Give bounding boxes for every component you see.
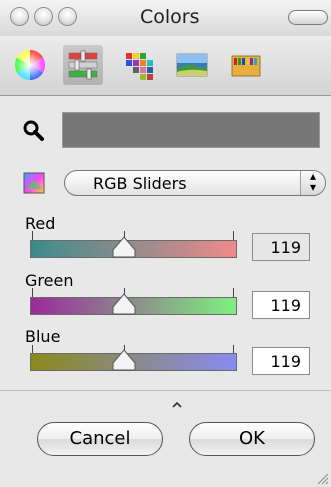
title-bar: Colors [0, 0, 331, 36]
color-palettes-tab[interactable] [119, 45, 159, 85]
color-palettes-icon [126, 53, 153, 80]
red-slider-knob[interactable] [112, 236, 136, 258]
cancel-button[interactable]: Cancel [37, 422, 163, 456]
blue-label: Blue [25, 327, 61, 346]
zoom-window-button[interactable] [58, 7, 77, 26]
red-value-field[interactable]: 119 [252, 233, 310, 261]
image-palettes-icon [176, 53, 208, 77]
divider [0, 390, 331, 391]
crayons-tab[interactable] [226, 45, 266, 85]
color-sliders-tab[interactable] [63, 45, 103, 85]
close-window-button[interactable] [10, 7, 29, 26]
color-wheel-tab[interactable] [10, 45, 50, 85]
image-palettes-tab[interactable] [172, 45, 212, 85]
color-profile-icon[interactable] [22, 171, 46, 195]
green-tick-start [32, 288, 33, 297]
green-value-field[interactable]: 119 [252, 291, 310, 319]
swatch-drawer-handle-icon[interactable] [172, 401, 182, 409]
color-mode-toolbar [0, 36, 331, 96]
blue-value-field[interactable]: 119 [252, 347, 310, 375]
green-slider-knob[interactable] [112, 293, 136, 315]
resize-grip-icon[interactable] [316, 472, 329, 485]
minimize-window-button[interactable] [34, 7, 53, 26]
red-tick-end [233, 231, 234, 240]
color-sliders-icon [68, 50, 98, 80]
red-tick-start [32, 231, 33, 240]
magnifier-icon[interactable] [22, 119, 46, 143]
ok-button[interactable]: OK [189, 422, 315, 456]
toolbar-toggle-button[interactable] [288, 10, 328, 25]
current-color-swatch[interactable] [62, 112, 320, 148]
popup-arrows-icon: ▴ ▾ [300, 170, 325, 195]
slider-mode-popup[interactable]: RGB Sliders ▴ ▾ [64, 170, 326, 196]
red-label: Red [25, 214, 56, 233]
color-wheel-icon [14, 49, 46, 80]
window-title: Colors [140, 6, 200, 28]
slider-mode-label: RGB Sliders [93, 174, 187, 193]
crayons-icon [231, 55, 261, 77]
blue-slider-knob[interactable] [112, 349, 136, 371]
green-tick-end [233, 288, 234, 297]
